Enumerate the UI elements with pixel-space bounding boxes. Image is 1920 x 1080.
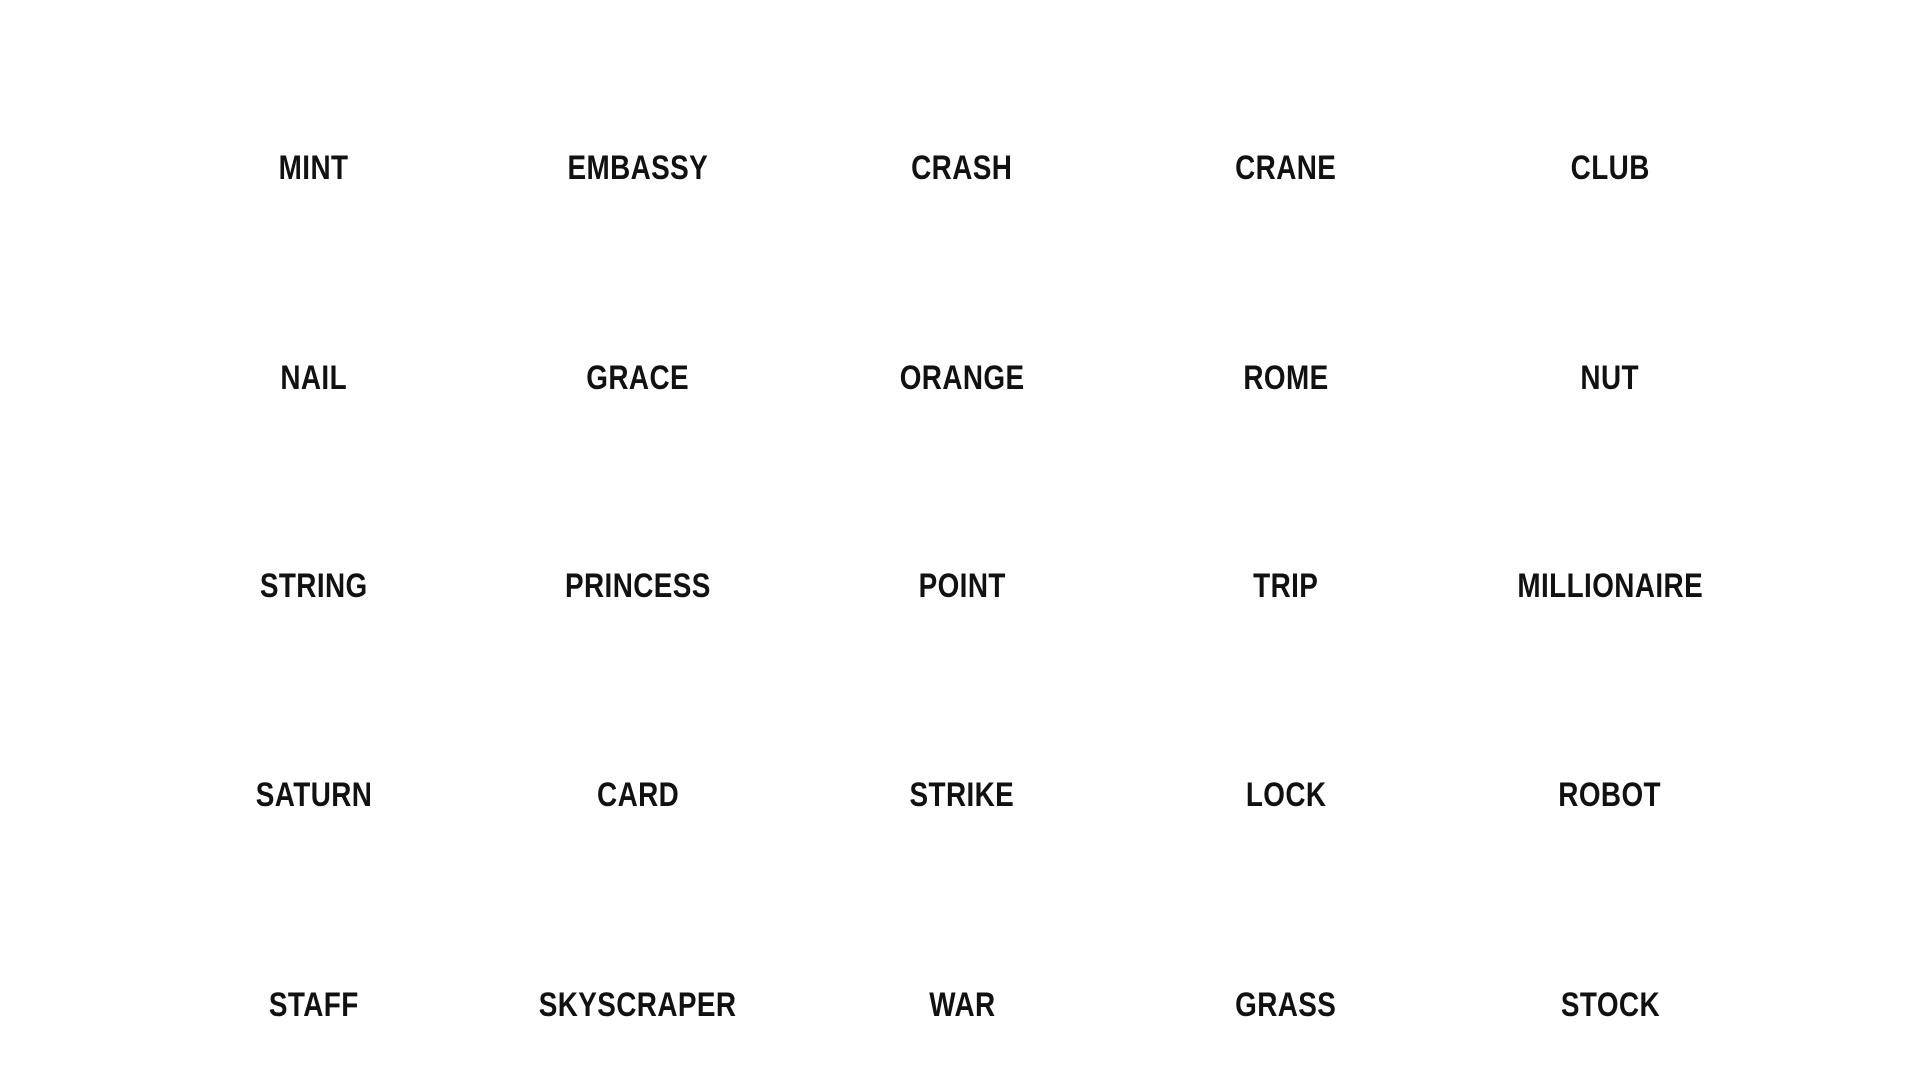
word-card-crash[interactable]: CRASH	[812, 138, 1112, 198]
word-card-club[interactable]: CLUB	[1460, 138, 1760, 198]
word-card-rome[interactable]: ROME	[1136, 348, 1436, 408]
word-card-string[interactable]: STRING	[164, 556, 464, 616]
word-card-trip[interactable]: TRIP	[1136, 556, 1436, 616]
word-label: STAFF	[269, 985, 359, 1024]
word-card-orange[interactable]: ORANGE	[812, 348, 1112, 408]
word-card-lock[interactable]: LOCK	[1136, 765, 1436, 825]
word-label: EMBASSY	[567, 148, 709, 187]
word-label: NUT	[1580, 358, 1640, 397]
word-label: CLUB	[1570, 148, 1650, 187]
word-label: ROME	[1243, 358, 1329, 397]
word-card-strike[interactable]: STRIKE	[812, 765, 1112, 825]
word-card-nut[interactable]: NUT	[1460, 348, 1760, 408]
word-card-card[interactable]: CARD	[488, 765, 788, 825]
word-label: PRINCESS	[565, 566, 711, 605]
word-label: MINT	[279, 148, 349, 187]
word-label: ORANGE	[899, 358, 1025, 397]
word-board: MINT EMBASSY CRASH CRANE CLUB NAIL GRACE…	[0, 0, 1920, 1080]
word-label: LOCK	[1245, 775, 1327, 814]
word-card-staff[interactable]: STAFF	[164, 975, 464, 1035]
word-card-skyscraper[interactable]: SKYSCRAPER	[488, 975, 788, 1035]
word-label: ROBOT	[1558, 775, 1662, 814]
word-label: GRASS	[1235, 985, 1337, 1024]
word-label: WAR	[928, 985, 996, 1024]
word-card-princess[interactable]: PRINCESS	[488, 556, 788, 616]
word-card-embassy[interactable]: EMBASSY	[488, 138, 788, 198]
word-card-mint[interactable]: MINT	[164, 138, 464, 198]
word-label: STRING	[260, 566, 368, 605]
word-label: POINT	[918, 566, 1006, 605]
word-label: NAIL	[280, 358, 348, 397]
word-label: STRIKE	[909, 775, 1015, 814]
word-label: SKYSCRAPER	[539, 985, 737, 1024]
word-label: CARD	[596, 775, 680, 814]
word-card-saturn[interactable]: SATURN	[164, 765, 464, 825]
word-card-war[interactable]: WAR	[812, 975, 1112, 1035]
word-label: MILLIONAIRE	[1517, 566, 1703, 605]
word-label: TRIP	[1253, 566, 1319, 605]
word-card-nail[interactable]: NAIL	[164, 348, 464, 408]
word-card-millionaire[interactable]: MILLIONAIRE	[1460, 556, 1760, 616]
word-label: CRANE	[1235, 148, 1337, 187]
word-label: STOCK	[1560, 985, 1660, 1024]
word-label: GRACE	[586, 358, 690, 397]
word-card-grace[interactable]: GRACE	[488, 348, 788, 408]
word-card-crane[interactable]: CRANE	[1136, 138, 1436, 198]
word-card-point[interactable]: POINT	[812, 556, 1112, 616]
word-label: SATURN	[255, 775, 373, 814]
word-label: CRASH	[911, 148, 1013, 187]
word-card-robot[interactable]: ROBOT	[1460, 765, 1760, 825]
word-card-stock[interactable]: STOCK	[1460, 975, 1760, 1035]
word-card-grass[interactable]: GRASS	[1136, 975, 1436, 1035]
